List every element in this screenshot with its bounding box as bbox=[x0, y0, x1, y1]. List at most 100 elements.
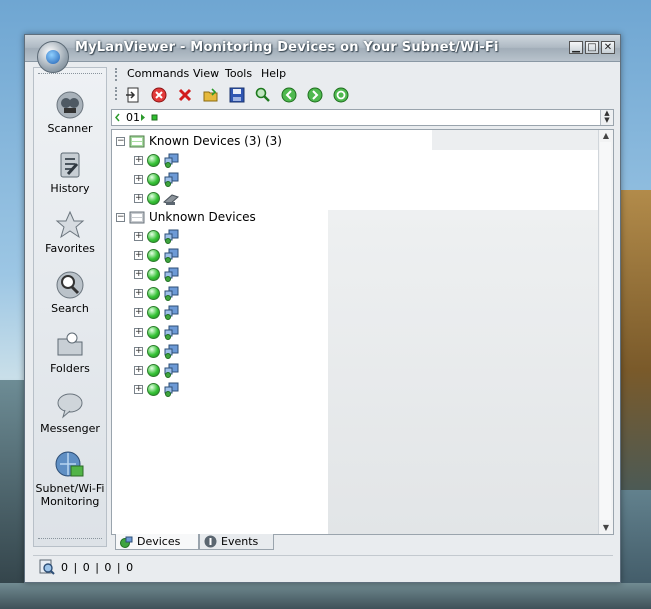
tree-device-row[interactable]: + bbox=[134, 382, 179, 398]
save-button[interactable] bbox=[227, 85, 247, 105]
delete-icon bbox=[178, 88, 192, 102]
scroll-down-arrow[interactable]: ▼ bbox=[599, 522, 613, 534]
sidebar-item-favorites[interactable]: Favorites bbox=[34, 210, 106, 255]
maximize-button[interactable]: □ bbox=[585, 41, 599, 54]
sidebar-item-label: Folders bbox=[50, 362, 90, 375]
sidebar-grip-bottom bbox=[38, 538, 102, 541]
sidebar-item-label: Favorites bbox=[45, 242, 95, 255]
computer-icon bbox=[164, 344, 179, 359]
menu-grip bbox=[115, 68, 120, 81]
tree-device-row[interactable]: + bbox=[134, 152, 179, 168]
sidebar-item-scanner[interactable]: Scanner bbox=[34, 90, 106, 135]
open-button[interactable] bbox=[201, 85, 221, 105]
tree-device-row[interactable]: + bbox=[134, 228, 179, 244]
tree-group-unknown[interactable]: − Unknown Devices bbox=[116, 209, 256, 225]
online-status-icon bbox=[147, 344, 160, 358]
scroll-track[interactable] bbox=[600, 142, 611, 520]
device-tree[interactable]: − Known Devices (3) (3) + + + − Unknown De… bbox=[111, 129, 614, 535]
tree-device-row[interactable]: + bbox=[134, 343, 179, 359]
sidebar-item-subnet-monitoring[interactable]: Subnet/Wi-Fi Monitoring bbox=[34, 450, 106, 508]
online-status-icon bbox=[147, 172, 160, 186]
expand-toggle[interactable]: + bbox=[134, 385, 143, 395]
tree-device-row[interactable]: + bbox=[134, 266, 179, 282]
scroll-up-arrow[interactable]: ▲ bbox=[599, 130, 613, 142]
delete-button[interactable] bbox=[175, 85, 195, 105]
expand-toggle[interactable]: + bbox=[134, 308, 143, 318]
tab-events[interactable]: Events bbox=[199, 534, 274, 550]
back-button[interactable] bbox=[279, 85, 299, 105]
tree-device-row[interactable]: + bbox=[134, 190, 179, 206]
expand-toggle[interactable]: + bbox=[134, 327, 143, 337]
network-device-icon bbox=[163, 193, 179, 205]
sidebar-item-label: History bbox=[50, 182, 90, 195]
scanner-icon bbox=[56, 91, 84, 119]
tree-background bbox=[432, 130, 598, 150]
close-button[interactable]: ✕ bbox=[601, 41, 615, 54]
tree-device-row[interactable]: + bbox=[134, 247, 179, 263]
tree-device-row[interactable]: + bbox=[134, 286, 179, 302]
unknown-group-icon bbox=[129, 211, 145, 224]
sidebar: Scanner History Favorites Search Folders… bbox=[33, 67, 107, 547]
expand-toggle[interactable]: + bbox=[134, 231, 143, 241]
sidebar-item-label: Messenger bbox=[40, 422, 100, 435]
find-icon bbox=[255, 87, 270, 102]
menu-view[interactable]: View bbox=[193, 67, 219, 80]
save-icon bbox=[229, 87, 245, 103]
collapse-toggle[interactable]: − bbox=[116, 212, 125, 222]
expand-toggle[interactable]: + bbox=[134, 250, 143, 260]
expand-toggle[interactable]: + bbox=[134, 174, 143, 184]
menu-commands[interactable]: Commands bbox=[127, 67, 189, 80]
import-button[interactable] bbox=[123, 85, 143, 105]
sidebar-item-folders[interactable]: Folders bbox=[34, 330, 106, 375]
search-icon bbox=[56, 271, 84, 299]
expand-toggle[interactable]: + bbox=[134, 155, 143, 165]
window-title: MyLanViewer - Monitoring Devices on Your… bbox=[75, 40, 499, 55]
sidebar-item-history[interactable]: History bbox=[34, 150, 106, 195]
expand-toggle[interactable]: + bbox=[134, 365, 143, 375]
expand-toggle[interactable]: + bbox=[134, 346, 143, 356]
events-icon bbox=[204, 535, 217, 548]
menu-tools[interactable]: Tools bbox=[225, 67, 252, 80]
tab-devices[interactable]: Devices bbox=[115, 534, 199, 550]
subnet-marker-icon bbox=[115, 113, 120, 122]
find-button[interactable] bbox=[253, 85, 273, 105]
online-status-icon bbox=[147, 191, 160, 205]
app-window: MyLanViewer - Monitoring Devices on Your… bbox=[24, 34, 621, 583]
collapse-toggle[interactable]: − bbox=[116, 136, 125, 146]
online-status-icon bbox=[147, 229, 160, 243]
forward-icon bbox=[307, 87, 323, 103]
computer-icon bbox=[164, 267, 179, 282]
expand-toggle[interactable]: + bbox=[134, 193, 143, 203]
tree-background bbox=[328, 210, 598, 534]
expand-toggle[interactable]: + bbox=[134, 269, 143, 279]
sidebar-item-search[interactable]: Search bbox=[34, 270, 106, 315]
minimize-button[interactable]: ▁ bbox=[569, 41, 583, 54]
subnet-spin-buttons[interactable]: ▲ ▼ bbox=[600, 110, 613, 125]
tree-device-row[interactable]: + bbox=[134, 324, 179, 340]
desktop-wallpaper-left bbox=[0, 380, 26, 609]
subnet-selector[interactable]: 01 ▲ ▼ bbox=[111, 109, 614, 126]
menu-help[interactable]: Help bbox=[261, 67, 286, 80]
toolbar-grip bbox=[115, 87, 120, 100]
vertical-scrollbar[interactable]: ▲ ▼ bbox=[598, 130, 613, 534]
stop-button[interactable] bbox=[149, 85, 169, 105]
tree-group-known[interactable]: − Known Devices (3) (3) bbox=[116, 133, 282, 149]
status-counters: 0 | 0 | 0 | 0 bbox=[61, 561, 134, 574]
computer-icon bbox=[164, 382, 179, 398]
star-icon bbox=[55, 210, 85, 239]
view-tabs: Devices Events bbox=[111, 534, 614, 552]
known-group-icon bbox=[129, 135, 145, 148]
tree-device-row[interactable]: + bbox=[134, 362, 179, 378]
app-menu-orb-icon[interactable] bbox=[37, 41, 69, 73]
sidebar-item-label: Search bbox=[51, 302, 89, 315]
tree-device-row[interactable]: + bbox=[134, 171, 179, 187]
tree-device-row[interactable]: + bbox=[134, 305, 179, 321]
forward-button[interactable] bbox=[305, 85, 325, 105]
computer-icon bbox=[164, 363, 179, 378]
history-icon bbox=[60, 152, 80, 178]
computer-icon bbox=[164, 286, 179, 302]
title-bar[interactable]: MyLanViewer - Monitoring Devices on Your… bbox=[25, 35, 620, 62]
sidebar-item-messenger[interactable]: Messenger bbox=[34, 390, 106, 435]
refresh-button[interactable] bbox=[331, 85, 351, 105]
expand-toggle[interactable]: + bbox=[134, 289, 143, 299]
